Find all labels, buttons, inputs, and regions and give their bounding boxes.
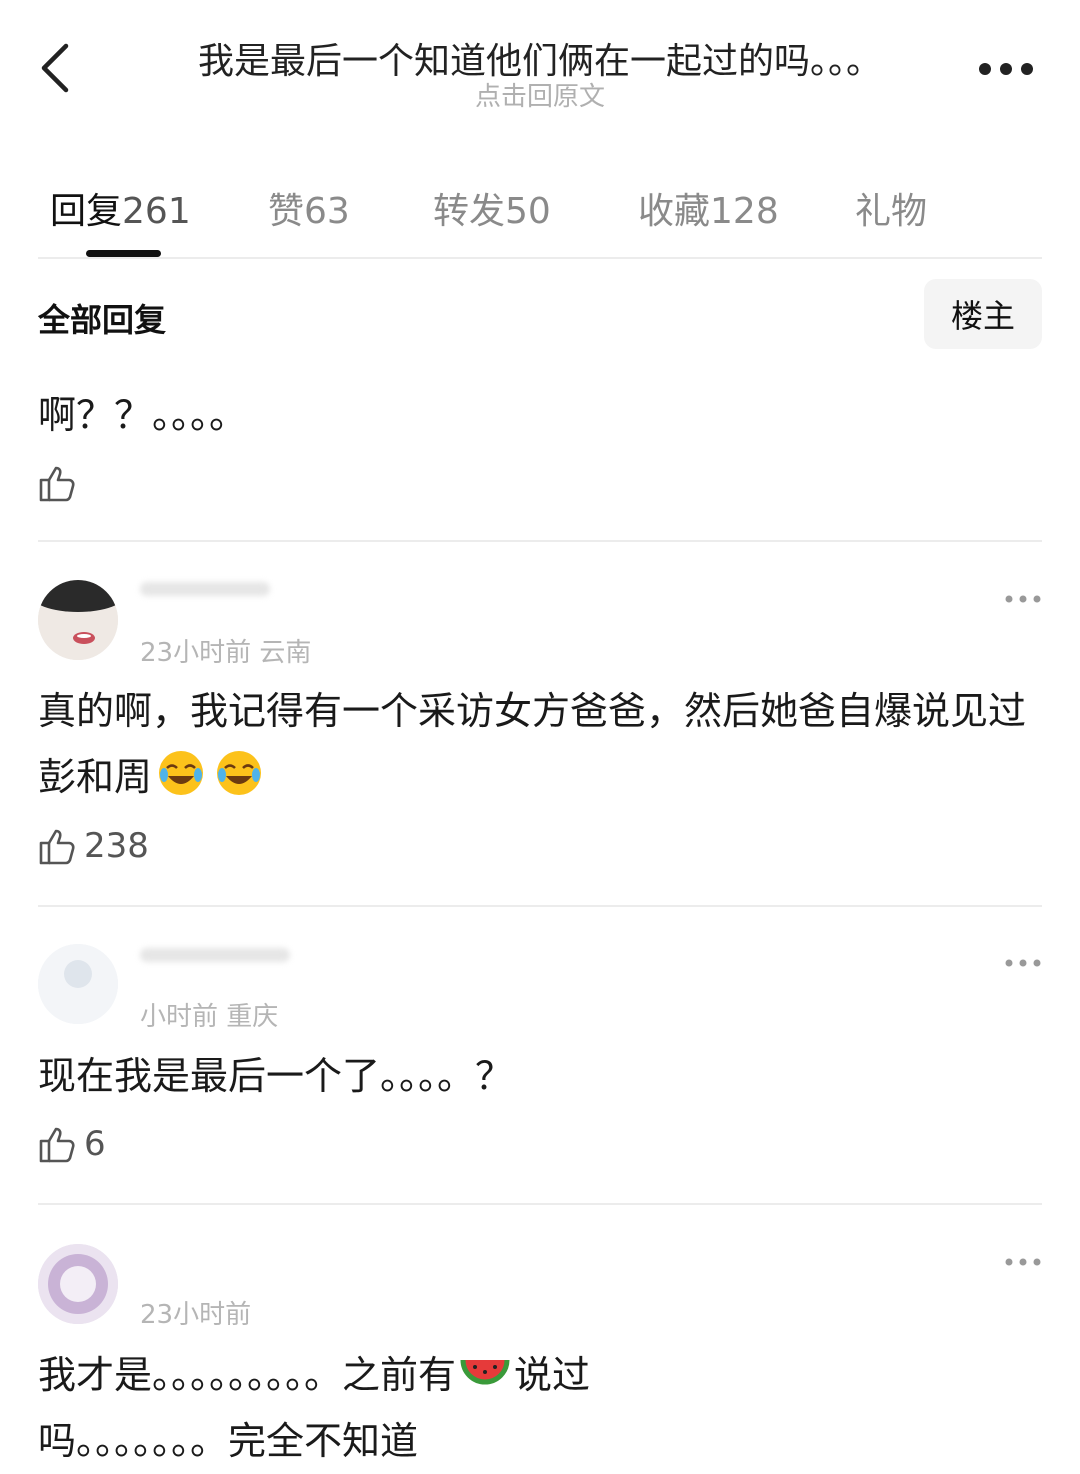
tab-label: 收藏 [638, 191, 711, 232]
avatar-image [38, 580, 118, 660]
tab-label: 转发 [433, 191, 506, 232]
tears-of-joy-emoji [159, 751, 204, 795]
like-button[interactable] [38, 463, 78, 503]
tab-count: 261 [122, 191, 191, 232]
all-replies-label: 全部回复 [38, 301, 167, 339]
divider [38, 257, 1042, 259]
tears-of-joy-emoji [217, 751, 262, 795]
thumbs-up-icon [39, 466, 75, 502]
watermelon-emoji [460, 1359, 510, 1385]
like-button[interactable]: 6 [38, 1124, 106, 1164]
divider [38, 1203, 1042, 1205]
more-options-icon[interactable] [1004, 958, 1042, 968]
avatar[interactable] [38, 1244, 118, 1324]
avatar[interactable] [38, 944, 118, 1024]
divider [38, 540, 1042, 542]
avatar-image [38, 1244, 118, 1324]
thumbs-up-icon [39, 829, 75, 865]
tab-count: 128 [710, 191, 779, 232]
tab-reposts[interactable]: 转发50 [433, 182, 551, 234]
comment-meta: 23小时前 云南 [140, 638, 312, 668]
tab-label: 礼物 [855, 191, 928, 232]
comment-text-part: 吗。。。。。。。完全不知道 [38, 1419, 419, 1463]
comment-text: 啊？？。。。。 [38, 393, 248, 437]
tab-count: 50 [505, 191, 551, 232]
like-count: 238 [84, 826, 149, 866]
active-tab-indicator [86, 250, 161, 257]
comment-text: 我才是。。。。。。。。。之前有 说过 吗。。。。。。。完全不知道 [38, 1342, 1038, 1474]
tab-likes[interactable]: 赞63 [268, 182, 350, 234]
comment-meta: 23小时前 [140, 1300, 252, 1330]
like-button[interactable]: 238 [38, 826, 149, 866]
username-redacted [140, 948, 290, 962]
tab-gifts[interactable]: 礼物 [855, 182, 927, 234]
username-redacted [140, 582, 270, 596]
comment-text-part: 我才是。。。。。。。。。之前有 [38, 1353, 457, 1397]
tab-count: 63 [304, 191, 350, 232]
more-options-icon[interactable] [1004, 1257, 1042, 1267]
comment-meta: 小时前 重庆 [140, 1002, 279, 1032]
tab-favorites[interactable]: 收藏128 [638, 182, 779, 234]
owner-filter-button[interactable]: 楼主 [924, 279, 1042, 349]
comment-text: 真的啊，我记得有一个采访女方爸爸，然后她爸自爆说见过彭和周 [38, 678, 1038, 810]
tab-replies[interactable]: 回复261 [50, 182, 191, 234]
avatar[interactable] [38, 580, 118, 660]
thumbs-up-icon [39, 1127, 75, 1163]
like-count: 6 [84, 1124, 106, 1164]
more-options-icon[interactable] [1004, 594, 1042, 604]
more-options-icon[interactable] [976, 60, 1036, 78]
divider [38, 905, 1042, 907]
tab-label: 赞 [268, 191, 305, 232]
comment-text: 现在我是最后一个了。。。。？ [38, 1054, 514, 1098]
back-to-original-link[interactable]: 点击回原文 [0, 76, 1080, 113]
tab-label: 回复 [50, 191, 123, 232]
avatar-image [38, 944, 118, 1024]
comment-text-part: 说过 [514, 1353, 591, 1397]
